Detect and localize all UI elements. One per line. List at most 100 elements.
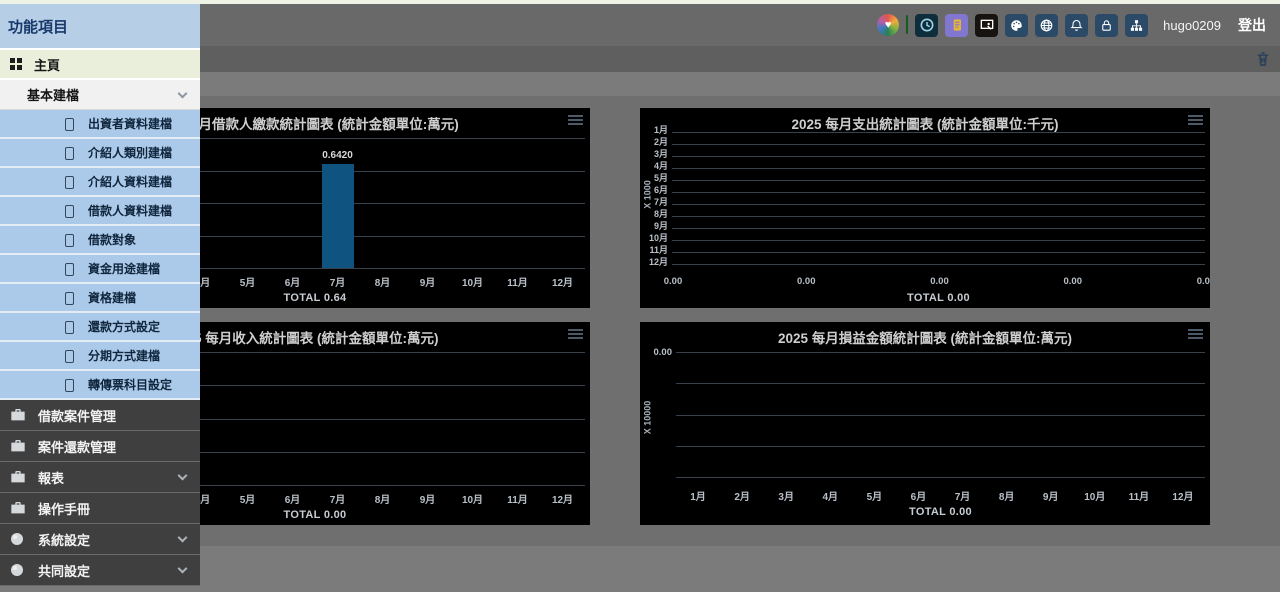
x-axis-tick-label: 2月 [722, 488, 762, 503]
briefcase-icon [10, 439, 32, 453]
y-axis-tick-label: 0.00 [640, 347, 672, 358]
sidebar-title: 功能項目 [0, 4, 200, 50]
tablet-icon [65, 292, 74, 305]
sidebar-item-label: 借款對象 [88, 231, 136, 248]
x-axis-tick-label: 8月 [987, 488, 1027, 503]
gridline [672, 168, 1205, 169]
chart-panel-2: 2025 每月支出統計圖表 (統計金額單位:千元)TOTAL 0.001月2月3… [640, 108, 1210, 308]
sidebar-item-label: 轉傳票科目設定 [88, 376, 172, 393]
sidebar-item-label: 資格建檔 [88, 289, 136, 306]
gridline [672, 240, 1205, 241]
x-axis-tick-label: 4月 [810, 488, 850, 503]
trash-icon[interactable] [1254, 50, 1272, 68]
y-axis-tick-label: 12月 [640, 255, 668, 268]
briefcase-icon [10, 470, 32, 484]
gridline [672, 144, 1205, 145]
sidebar-item-label: 借款人資料建檔 [88, 202, 172, 219]
chevron-down-icon [178, 564, 188, 574]
sidebar-item-label: 介紹人類別建檔 [88, 144, 172, 161]
x-axis-tick-label: 12月 [543, 274, 583, 289]
sidebar-item[interactable]: 介紹人資料建檔 [0, 168, 200, 197]
sidebar-item[interactable]: 借款案件管理 [0, 400, 200, 431]
sidebar-item[interactable]: 系統設定 [0, 524, 200, 555]
sitemap-icon[interactable] [1125, 14, 1148, 37]
gridline [672, 156, 1205, 157]
sidebar-item-label: 出資者資料建檔 [88, 115, 172, 132]
clock-icon[interactable] [915, 14, 938, 37]
x-axis-tick-label: 0.00 [1061, 276, 1085, 287]
sidebar-item-label: 資金用途建檔 [88, 260, 160, 277]
sphere-icon [10, 563, 32, 577]
gridline [676, 352, 1205, 353]
x-axis-tick-label: 9月 [1031, 488, 1071, 503]
hamburger-icon[interactable] [568, 329, 583, 340]
sidebar-item-label: 共同設定 [38, 561, 90, 580]
globe-icon[interactable] [1035, 14, 1058, 37]
x-axis-tick-label: 11月 [498, 274, 538, 289]
chart-bar [322, 164, 354, 268]
sidebar-item[interactable]: 借款對象 [0, 226, 200, 255]
chart-total-label: TOTAL 0.64 [255, 292, 375, 304]
briefcase-icon [10, 501, 32, 515]
x-axis-tick-label: 0.00 [661, 276, 685, 287]
sidebar-item[interactable]: 報表 [0, 462, 200, 493]
x-axis-tick-label: 12月 [543, 491, 583, 506]
app-logo[interactable]: ♥ [877, 14, 899, 36]
lock-icon[interactable] [1095, 14, 1118, 37]
sidebar-item[interactable]: 資金用途建檔 [0, 255, 200, 284]
palette-icon[interactable] [1005, 14, 1028, 37]
logout-button[interactable]: 登出 [1238, 15, 1266, 35]
sidebar-item[interactable]: 分期方式建檔 [0, 342, 200, 371]
x-axis-tick-label: 5月 [228, 274, 268, 289]
gridline [672, 192, 1205, 193]
sidebar-dark-list: 借款案件管理案件還款管理報表操作手冊系統設定共同設定 [0, 400, 200, 586]
topbar-icons: ♥ [877, 14, 1148, 37]
hamburger-icon[interactable] [1188, 115, 1203, 126]
x-axis-tick-label: 9月 [408, 274, 448, 289]
presentation-icon[interactable] [975, 14, 998, 37]
chevron-down-icon [178, 471, 188, 481]
x-axis-tick-label: 6月 [273, 491, 313, 506]
hamburger-icon[interactable] [568, 115, 583, 126]
axis-unit-label: X 1000 [643, 165, 654, 225]
hamburger-icon[interactable] [1188, 329, 1203, 340]
sidebar-item[interactable]: 轉傳票科目設定 [0, 371, 200, 400]
chevron-down-icon [178, 88, 188, 98]
gridline [676, 415, 1205, 416]
sidebar-item[interactable]: 操作手冊 [0, 493, 200, 524]
x-axis-tick-label: 10月 [453, 491, 493, 506]
sidebar-sub-list: 出資者資料建檔 介紹人類別建檔 介紹人資料建檔 借款人資料建檔 借款對象 資金用… [0, 110, 200, 400]
x-axis-tick-label: 7月 [318, 274, 358, 289]
sidebar-item-label: 案件還款管理 [38, 437, 116, 456]
x-axis-tick-label: 6月 [273, 274, 313, 289]
x-axis-tick-label: 3月 [766, 488, 806, 503]
gridline [676, 446, 1205, 447]
chevron-down-icon [178, 533, 188, 543]
gridline [672, 204, 1205, 205]
tablet-icon [65, 147, 74, 160]
sidebar-item[interactable]: 還款方式設定 [0, 313, 200, 342]
x-axis-tick-label: 0.00 [928, 276, 952, 287]
bank-logo[interactable] [906, 16, 908, 34]
axis-unit-label: X 10000 [643, 388, 654, 448]
username-label[interactable]: hugo0209 [1163, 18, 1221, 33]
chart-total-label: TOTAL 0.00 [255, 509, 375, 521]
sidebar-group-basic-setup[interactable]: 基本建檔 [0, 80, 200, 110]
tablet-icon [65, 379, 74, 392]
sidebar-item[interactable]: 借款人資料建檔 [0, 197, 200, 226]
sidebar-item[interactable]: 案件還款管理 [0, 431, 200, 462]
x-axis-tick-label: 6月 [898, 488, 938, 503]
chart-title: 2025 每月支出統計圖表 (統計金額單位:千元) [640, 113, 1210, 133]
sidebar-item[interactable]: 資格建檔 [0, 284, 200, 313]
briefcase-icon [10, 408, 32, 422]
x-axis-tick-label: 7月 [943, 488, 983, 503]
x-axis-tick-label: 8月 [363, 491, 403, 506]
bell-icon[interactable] [1065, 14, 1088, 37]
sidebar-item[interactable]: 介紹人類別建檔 [0, 139, 200, 168]
sidebar-item-home[interactable]: 主頁 [0, 50, 200, 80]
scroll-icon[interactable] [945, 14, 968, 37]
tablet-icon [65, 176, 74, 189]
x-axis-tick-label: 7月 [318, 491, 358, 506]
sidebar-item[interactable]: 共同設定 [0, 555, 200, 586]
sidebar-item[interactable]: 出資者資料建檔 [0, 110, 200, 139]
